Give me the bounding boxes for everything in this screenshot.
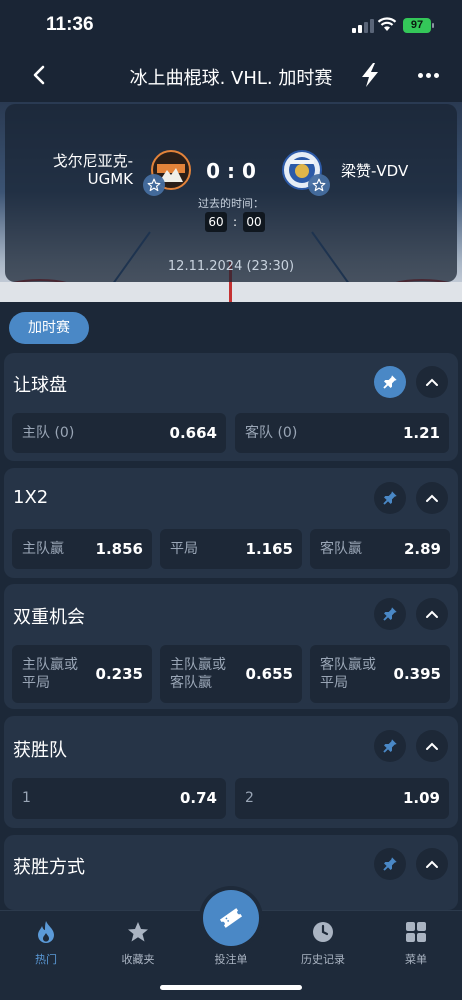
odd-value: 0.395 xyxy=(393,665,441,683)
scoreboard: 戈尔尼亚克-UGMK 0 : 0 梁赞-VDV 过去的时间： 60 : 00 1… xyxy=(0,102,462,302)
odd-label: 1 xyxy=(22,790,31,806)
odd-label: 主队 (0) xyxy=(22,425,75,441)
wifi-icon xyxy=(377,17,397,31)
odd-label: 客队赢或 平局 xyxy=(320,657,376,691)
market-1x2: 1X2 主队赢 1.856 平局 1.165 客队赢 2.89 xyxy=(4,468,458,578)
nav-bar: 冰上曲棍球. VHL. 加时赛 xyxy=(0,52,462,102)
pin-icon xyxy=(383,491,397,505)
more-button[interactable] xyxy=(414,62,442,88)
odd-label: 2 xyxy=(245,790,254,806)
home-indicator xyxy=(160,985,302,990)
odd-button[interactable]: 主队 (0) 0.664 xyxy=(12,413,226,453)
odd-value: 0.74 xyxy=(179,789,217,807)
star-icon xyxy=(98,919,178,945)
chevron-up-icon xyxy=(426,742,438,750)
odd-label: 主队赢或 平局 xyxy=(22,657,78,691)
pin-icon xyxy=(383,739,397,753)
signal-icon xyxy=(352,19,374,33)
match-date: 12.11.2024 (23:30) xyxy=(167,259,295,274)
collapse-button[interactable] xyxy=(416,598,448,630)
chevron-up-icon xyxy=(426,610,438,618)
collapse-button[interactable] xyxy=(416,730,448,762)
filter-chip-overtime[interactable]: 加时赛 xyxy=(9,312,89,344)
elapsed-time: 60 : 00 xyxy=(205,212,266,232)
battery-icon: 97 xyxy=(403,18,434,33)
odd-value: 0.664 xyxy=(169,424,217,442)
collapse-button[interactable] xyxy=(416,482,448,514)
away-favorite-button[interactable] xyxy=(308,174,330,196)
odd-value: 1.21 xyxy=(402,424,440,442)
odd-value: 0.235 xyxy=(95,665,143,683)
odd-value: 0.655 xyxy=(245,665,293,683)
pin-icon xyxy=(383,857,397,871)
tab-history[interactable]: 历史记录 xyxy=(283,919,363,967)
odd-button[interactable]: 1 0.74 xyxy=(12,778,226,819)
odd-label: 平局 xyxy=(170,541,198,557)
odd-button[interactable]: 平局 1.165 xyxy=(160,529,302,569)
tab-popular[interactable]: 热门 xyxy=(6,919,86,967)
away-team-name: 梁赞-VDV xyxy=(341,162,409,180)
grid-icon xyxy=(376,919,456,945)
odd-button[interactable]: 客队赢 2.89 xyxy=(310,529,450,569)
collapse-button[interactable] xyxy=(416,848,448,880)
elapsed-seconds: 00 xyxy=(243,212,266,232)
pin-icon xyxy=(383,607,397,621)
pin-icon xyxy=(383,375,397,389)
market-title: 双重机会 xyxy=(13,607,85,628)
page-title: 冰上曲棍球. VHL. 加时赛 xyxy=(129,68,333,89)
flame-icon xyxy=(6,919,86,945)
chevron-up-icon xyxy=(426,860,438,868)
chevron-up-icon xyxy=(426,378,438,386)
odd-button[interactable]: 主队赢或 平局 0.235 xyxy=(12,645,152,703)
market-winning-team: 获胜队 1 0.74 2 1.09 xyxy=(4,716,458,828)
market-handicap: 让球盘 主队 (0) 0.664 客队 (0) 1.21 xyxy=(4,353,458,461)
odd-value: 2.89 xyxy=(403,540,441,558)
odd-value: 1.09 xyxy=(402,789,440,807)
elapsed-time-label: 过去的时间： xyxy=(198,197,264,210)
tab-favorites[interactable]: 收藏夹 xyxy=(98,919,178,967)
market-title: 1X2 xyxy=(13,487,49,508)
pin-button[interactable] xyxy=(374,598,406,630)
scoreboard-card: 戈尔尼亚克-UGMK 0 : 0 梁赞-VDV 过去的时间： 60 : 00 1… xyxy=(5,104,457,282)
odd-label: 客队 (0) xyxy=(245,425,298,441)
odd-value: 1.165 xyxy=(245,540,293,558)
odd-button[interactable]: 主队赢或 客队赢 0.655 xyxy=(160,645,302,703)
odd-label: 主队赢或 客队赢 xyxy=(170,657,226,691)
chevron-up-icon xyxy=(426,494,438,502)
tab-menu[interactable]: 菜单 xyxy=(376,919,456,967)
odd-value: 1.856 xyxy=(95,540,143,558)
status-bar: 11:36 97 xyxy=(0,0,462,52)
status-time: 11:36 xyxy=(46,14,94,35)
pin-button[interactable] xyxy=(374,366,406,398)
odd-button[interactable]: 客队 (0) 1.21 xyxy=(235,413,449,453)
odd-label: 主队赢 xyxy=(22,541,64,557)
market-title: 获胜方式 xyxy=(13,857,85,878)
market-title: 让球盘 xyxy=(13,375,67,396)
star-outline-icon xyxy=(312,178,326,192)
ticket-icon xyxy=(219,908,243,928)
clock-icon xyxy=(283,919,363,945)
elapsed-minutes: 60 xyxy=(205,212,227,232)
odd-button[interactable]: 客队赢或 平局 0.395 xyxy=(310,645,450,703)
odd-button[interactable]: 2 1.09 xyxy=(235,778,449,819)
pin-button[interactable] xyxy=(374,482,406,514)
bet-slip-button[interactable] xyxy=(203,890,259,946)
odd-button[interactable]: 主队赢 1.856 xyxy=(12,529,152,569)
live-bolt-button[interactable] xyxy=(356,61,384,89)
bolt-icon xyxy=(362,63,378,87)
collapse-button[interactable] xyxy=(416,366,448,398)
market-title: 获胜队 xyxy=(13,740,67,761)
odd-label: 客队赢 xyxy=(320,541,362,557)
more-dots-icon xyxy=(417,72,423,78)
pin-button[interactable] xyxy=(374,848,406,880)
pin-button[interactable] xyxy=(374,730,406,762)
market-double-chance: 双重机会 主队赢或 平局 0.235 主队赢或 客队赢 0.655 客队赢或 平局 0… xyxy=(4,584,458,709)
